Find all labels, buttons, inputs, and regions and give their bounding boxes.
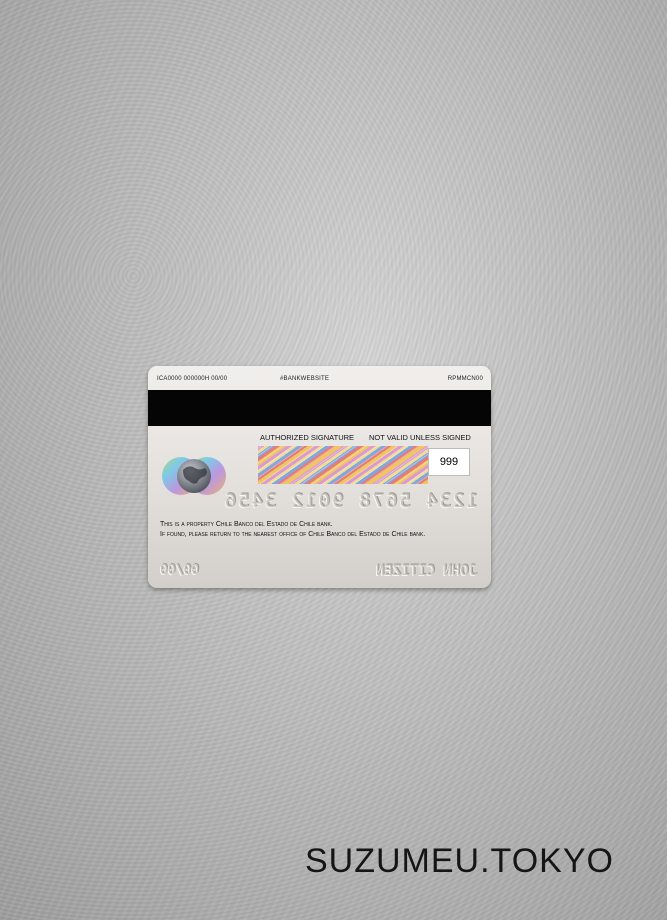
bank-website: #BANKWEBSITE	[280, 376, 330, 382]
card-code: ICA0000 000000H 00/00	[157, 376, 228, 382]
property-line: This is a property Chile Banco del Estad…	[160, 521, 333, 528]
card-product-code: RPMMCN00	[447, 376, 483, 382]
property-notice: This is a property Chile Banco del Estad…	[160, 520, 430, 540]
bank-card-back: ICA0000 000000H 00/00 #BANKWEBSITE RPMMC…	[148, 366, 491, 588]
signature-panel	[258, 446, 428, 484]
signature-label: AUTHORIZED SIGNATURE	[260, 433, 355, 442]
cardholder-name: JOHN CITIZEN	[375, 563, 477, 579]
cvv-box: 999	[428, 448, 470, 476]
card-number: 1234 5678 9012 3456	[222, 490, 478, 512]
return-line: If found, please return to the nearest o…	[160, 531, 426, 538]
expiry-date: 00/00	[160, 563, 200, 578]
not-valid-label: NOT VALID UNLESS SIGNED	[369, 433, 471, 442]
watermark: SUZUMEU.TOKYO	[305, 842, 614, 880]
magnetic-stripe	[148, 390, 491, 426]
